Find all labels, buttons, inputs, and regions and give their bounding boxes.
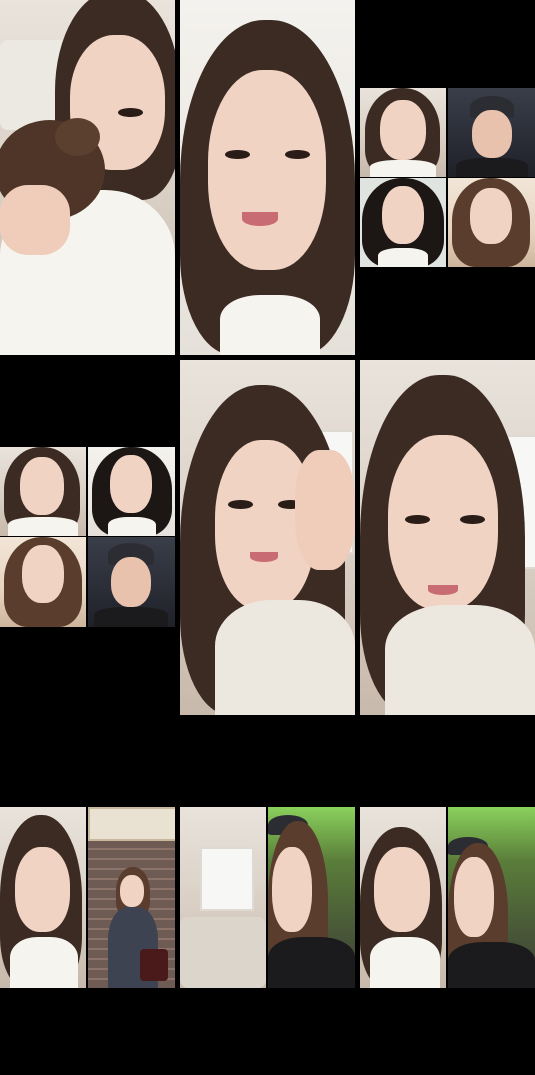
screen-four-way-call [0,360,175,715]
participant-woman-dark-hair [88,447,175,536]
white-top [385,605,535,715]
participant-woman-dark-hair [360,178,446,267]
logo-badge [140,949,168,981]
mouth [250,552,278,562]
participant-man-cap [88,537,175,627]
participant-empty-room [180,807,266,988]
white-shirt [220,295,320,355]
screen-split-call [0,807,175,988]
participant-woman-headband [448,807,535,988]
white-top [215,600,355,715]
participant-man-cap [448,88,535,177]
screen-split-call [360,807,535,988]
hand [295,450,355,570]
eye [228,500,253,509]
eye [225,150,250,159]
eye [405,515,430,524]
participant-woman-in-kitchen [88,807,175,988]
dog-head [55,118,100,156]
screen-four-way-call [360,0,535,355]
face [208,70,326,270]
participant-woman-smiling [0,447,86,536]
screen-woman-white-knit-top [360,360,535,715]
eye [285,150,310,159]
participant-woman-smiling [360,88,446,177]
screen-split-call [180,807,355,988]
screen-woman-with-dog [0,0,175,355]
hand [0,185,70,255]
participant-woman-long-hair [0,537,86,627]
participant-woman-long-hair [0,807,86,988]
video-call-screenshot-grid [0,0,535,1075]
eye [118,108,143,117]
screen-woman-hand-in-hair [180,360,355,715]
screen-woman-closeup [180,0,355,355]
mouth [242,212,278,226]
mouth [428,585,458,595]
participant-woman-headband [268,807,355,988]
participant-woman-smiling [360,807,446,988]
participant-woman-long-hair [448,178,535,267]
eye [460,515,485,524]
